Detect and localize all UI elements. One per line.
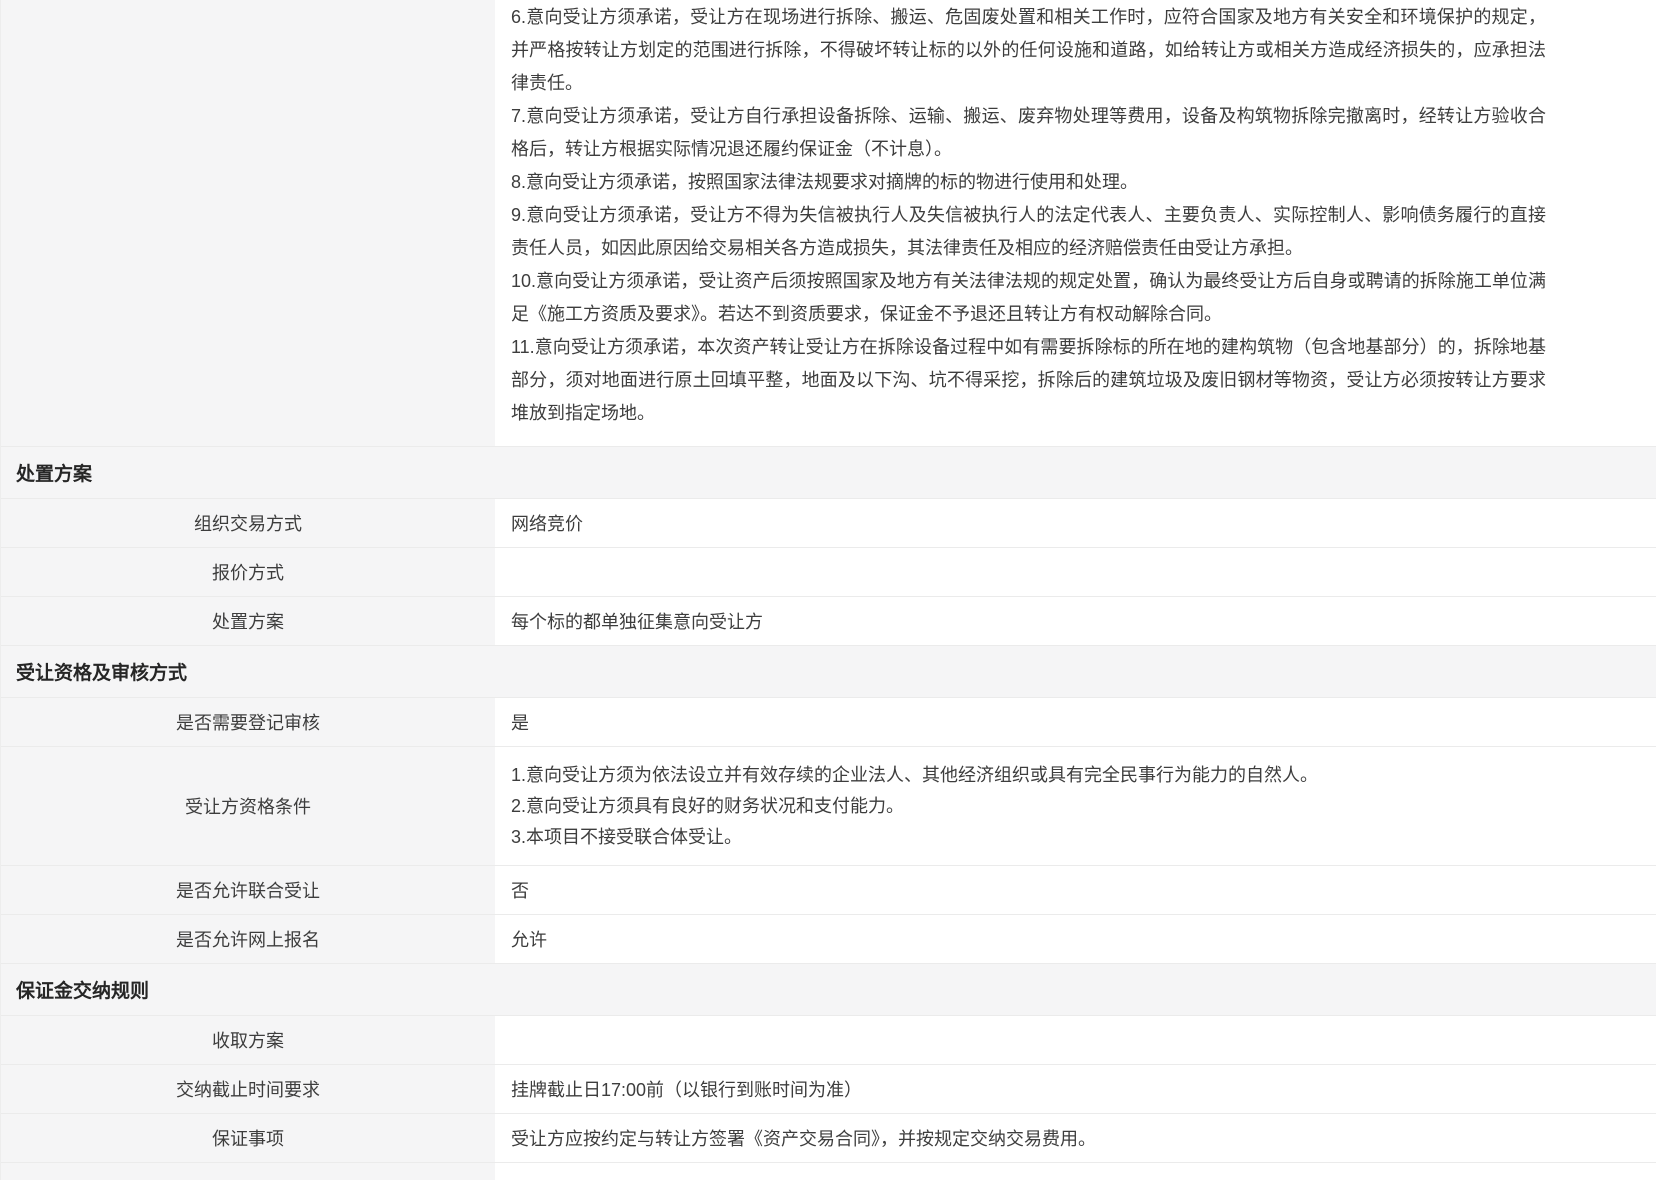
section-title: 保证金交纳规则 xyxy=(16,976,149,1003)
row-value: 每个标的都单独征集意向受让方 xyxy=(495,597,1656,645)
row-value xyxy=(495,548,1656,596)
terms-paragraph-7: 7.意向受让方须承诺，受让方自行承担设备拆除、运输、搬运、废弃物处理等费用，设备… xyxy=(511,100,1546,166)
section-header-transferee-qualification: 受让资格及审核方式 xyxy=(1,646,1656,698)
row-label: 收取方案 xyxy=(1,1016,495,1064)
section-header-deposit-rules: 保证金交纳规则 xyxy=(1,964,1656,1016)
row-value xyxy=(495,1016,1656,1064)
table-row-guarantee-matters: 保证事项 受让方应按约定与转让方签署《资产交易合同》，并按规定交纳交易费用。 xyxy=(1,1114,1656,1163)
row-label: 是否允许网上报名 xyxy=(1,915,495,963)
row-label: 保证事项 xyxy=(1,1114,495,1162)
section-title: 处置方案 xyxy=(16,459,92,486)
table-row-collection-plan: 收取方案 xyxy=(1,1016,1656,1065)
row-value: 受让方应按约定与转让方签署《资产交易合同》，并按规定交纳交易费用。 xyxy=(495,1114,1656,1162)
table-row-disposal-plan: 处置方案 每个标的都单独征集意向受让方 xyxy=(1,597,1656,646)
row-label-empty xyxy=(1,0,495,446)
row-label: 受让方资格条件 xyxy=(1,747,495,865)
table-row-qualification-conditions: 受让方资格条件 1.意向受让方须为依法设立并有效存续的企业法人、其他经济组织或具… xyxy=(1,747,1656,866)
row-value: 允许 xyxy=(495,915,1656,963)
terms-paragraph-8: 8.意向受让方须承诺，按照国家法律法规要求对摘牌的标的物进行使用和处理。 xyxy=(511,166,1546,199)
row-label: 是否允许联合受让 xyxy=(1,866,495,914)
table-row-partial xyxy=(1,1163,1656,1180)
terms-paragraph-9: 9.意向受让方须承诺，受让方不得为失信被执行人及失信被执行人的法定代表人、主要负… xyxy=(511,199,1546,265)
row-value: 否 xyxy=(495,866,1656,914)
row-value: 网络竞价 xyxy=(495,499,1656,547)
table-row-registration-review: 是否需要登记审核 是 xyxy=(1,698,1656,747)
row-label: 组织交易方式 xyxy=(1,499,495,547)
transfer-terms-text: 6.意向受让方须承诺，受让方在现场进行拆除、搬运、危固废处置和相关工作时，应符合… xyxy=(495,0,1656,446)
terms-paragraph-11: 11.意向受让方须承诺，本次资产转让受让方在拆除设备过程中如有需要拆除标的所在地… xyxy=(511,331,1546,430)
table-row-quotation-method: 报价方式 xyxy=(1,548,1656,597)
table-row-transfer-terms: 6.意向受让方须承诺，受让方在现场进行拆除、搬运、危固废处置和相关工作时，应符合… xyxy=(1,0,1656,447)
table-row-transaction-method: 组织交易方式 网络竞价 xyxy=(1,499,1656,548)
row-label: 交纳截止时间要求 xyxy=(1,1065,495,1113)
qualification-line-3: 3.本项目不接受联合体受让。 xyxy=(511,822,1636,853)
section-header-disposal-plan: 处置方案 xyxy=(1,447,1656,499)
row-value: 1.意向受让方须为依法设立并有效存续的企业法人、其他经济组织或具有完全民事行为能… xyxy=(495,747,1656,865)
qualification-line-2: 2.意向受让方须具有良好的财务状况和支付能力。 xyxy=(511,791,1636,822)
row-label: 是否需要登记审核 xyxy=(1,698,495,746)
section-title: 受让资格及审核方式 xyxy=(16,658,187,685)
row-value-empty xyxy=(495,1163,1656,1180)
terms-paragraph-10: 10.意向受让方须承诺，受让资产后须按照国家及地方有关法律法规的规定处置，确认为… xyxy=(511,265,1546,331)
row-label: 报价方式 xyxy=(1,548,495,596)
table-row-payment-deadline: 交纳截止时间要求 挂牌截止日17:00前（以银行到账时间为准） xyxy=(1,1065,1656,1114)
row-value: 是 xyxy=(495,698,1656,746)
listing-detail-table: 6.意向受让方须承诺，受让方在现场进行拆除、搬运、危固废处置和相关工作时，应符合… xyxy=(0,0,1656,1180)
table-row-online-signup-allowed: 是否允许网上报名 允许 xyxy=(1,915,1656,964)
row-label: 处置方案 xyxy=(1,597,495,645)
row-label-empty xyxy=(1,1163,495,1180)
qualification-line-1: 1.意向受让方须为依法设立并有效存续的企业法人、其他经济组织或具有完全民事行为能… xyxy=(511,760,1636,791)
table-row-joint-transfer-allowed: 是否允许联合受让 否 xyxy=(1,866,1656,915)
terms-paragraph-6: 6.意向受让方须承诺，受让方在现场进行拆除、搬运、危固废处置和相关工作时，应符合… xyxy=(511,1,1546,100)
row-value: 挂牌截止日17:00前（以银行到账时间为准） xyxy=(495,1065,1656,1113)
